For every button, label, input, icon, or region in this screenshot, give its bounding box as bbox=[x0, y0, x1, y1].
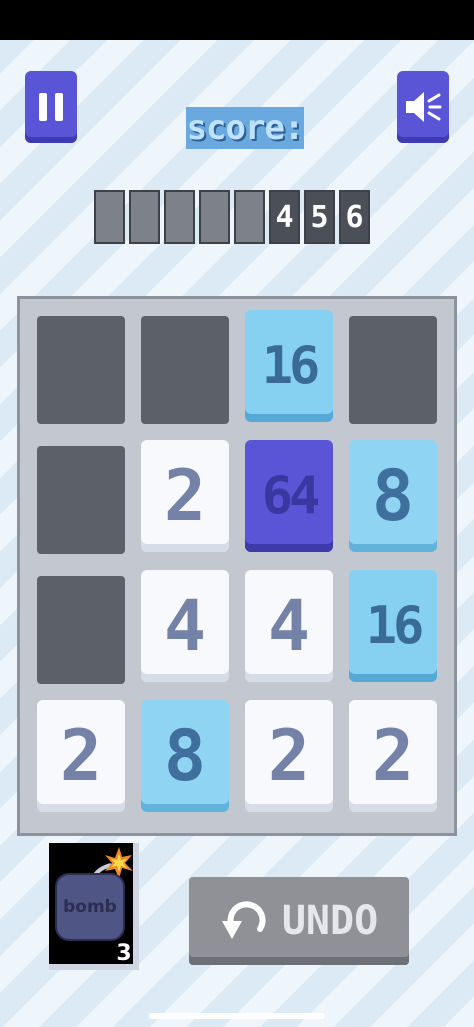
bomb-label: bomb bbox=[63, 897, 117, 917]
undo-label: UNDO bbox=[281, 898, 379, 944]
home-indicator[interactable] bbox=[149, 1013, 325, 1019]
pause-icon bbox=[39, 93, 63, 121]
sound-button[interactable] bbox=[397, 71, 449, 143]
score-digit bbox=[164, 190, 195, 244]
score-digit: 5 bbox=[304, 190, 335, 244]
tile-2: 2 bbox=[245, 700, 333, 812]
speaker-icon bbox=[406, 92, 442, 122]
tile-4: 4 bbox=[245, 570, 333, 682]
empty-cell bbox=[141, 316, 229, 424]
score-digit bbox=[234, 190, 265, 244]
score-digit: 6 bbox=[339, 190, 370, 244]
undo-arrow-icon bbox=[221, 901, 266, 939]
score-digit bbox=[199, 190, 230, 244]
tile-16: 16 bbox=[349, 570, 437, 682]
tile-2: 2 bbox=[141, 440, 229, 552]
tile-64: 64 bbox=[245, 440, 333, 552]
undo-button[interactable]: UNDO bbox=[189, 877, 409, 965]
bomb-count: 3 bbox=[116, 941, 132, 966]
score-display: 456 bbox=[94, 190, 370, 244]
tile-2: 2 bbox=[37, 700, 125, 812]
bomb-icon: bomb bbox=[55, 873, 125, 941]
empty-cell bbox=[349, 316, 437, 424]
empty-cell bbox=[37, 576, 125, 684]
tile-8: 8 bbox=[141, 700, 229, 812]
empty-cell bbox=[37, 446, 125, 554]
score-digit: 4 bbox=[269, 190, 300, 244]
score-label: score: bbox=[186, 107, 304, 149]
tile-8: 8 bbox=[349, 440, 437, 552]
score-digit bbox=[94, 190, 125, 244]
tile-16: 16 bbox=[245, 310, 333, 422]
tile-2: 2 bbox=[349, 700, 437, 812]
game-board[interactable]: 16 2 64 8 4 4 16 2 8 2 2 bbox=[17, 296, 457, 836]
tile-4: 4 bbox=[141, 570, 229, 682]
score-digit bbox=[129, 190, 160, 244]
status-bar bbox=[0, 0, 474, 40]
empty-cell bbox=[37, 316, 125, 424]
pause-button[interactable] bbox=[25, 71, 77, 143]
